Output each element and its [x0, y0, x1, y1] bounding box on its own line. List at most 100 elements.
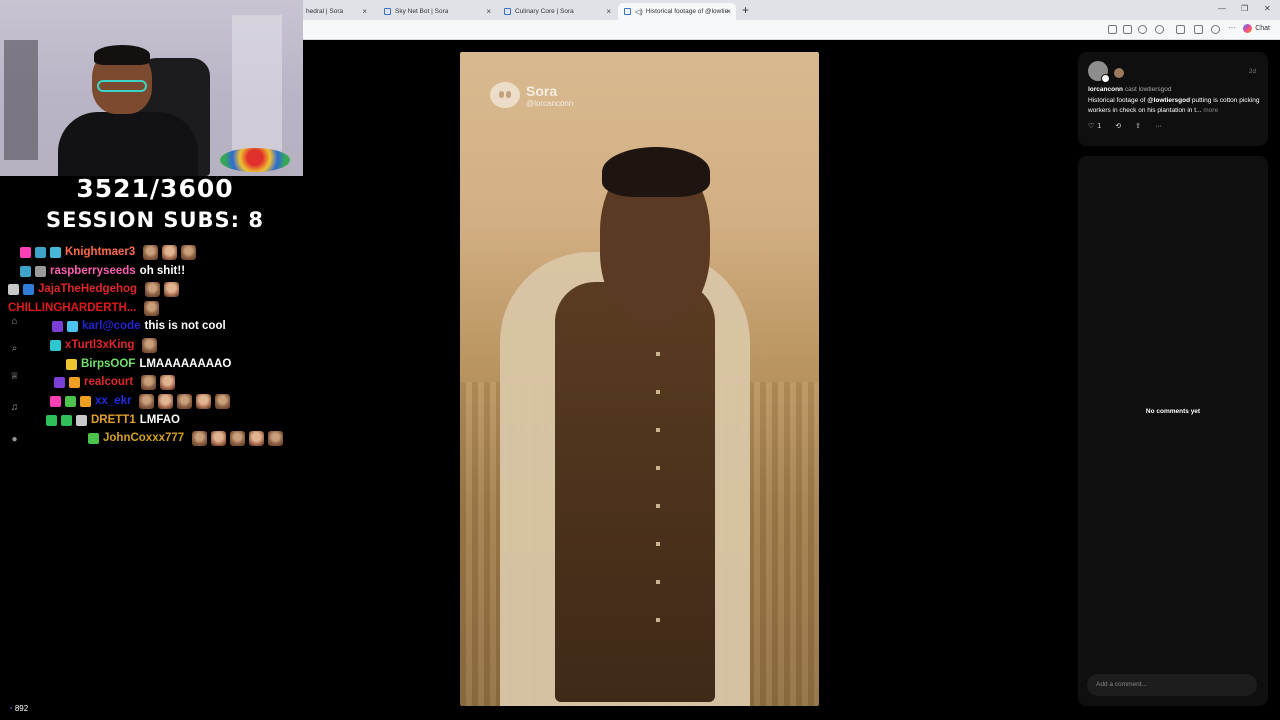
read-aloud-icon[interactable]: [1123, 25, 1132, 34]
chat-username[interactable]: raspberryseeds: [50, 265, 136, 277]
author-avatar[interactable]: [1088, 61, 1110, 83]
chat-emote-icon: [177, 393, 193, 409]
chat-emote-icon: [230, 430, 246, 446]
chat-badge-icon: [66, 358, 77, 370]
chat-emote-icon: [268, 430, 284, 446]
chat-badge-icon: [52, 320, 63, 332]
chat-username[interactable]: xx_ekr: [95, 395, 131, 407]
chat-emote-icon: [215, 393, 231, 409]
chat-username[interactable]: DRETT1: [91, 414, 136, 426]
chat-emote-icon: [144, 300, 160, 316]
chat-emote-icon: [145, 281, 161, 297]
ellipsis-icon: ···: [1154, 122, 1162, 130]
video-player[interactable]: Sora @lorcanconn: [460, 52, 819, 706]
more-link[interactable]: more: [1203, 107, 1218, 114]
close-tab-icon[interactable]: ×: [486, 7, 491, 16]
favorite-star-icon[interactable]: [1138, 25, 1147, 34]
no-comments-label: No comments yet: [1145, 408, 1201, 415]
refresh-icon[interactable]: [1155, 25, 1164, 34]
chat-message: BirpsOOF LMAAAAAAAAO: [66, 355, 231, 373]
chat-emote-icon: [196, 393, 212, 409]
chat-emote-icon: [181, 244, 197, 260]
tab-cathedral[interactable]: hedral | Sora ×: [300, 3, 372, 20]
sora-watermark: Sora @lorcanconn: [490, 82, 573, 108]
chat-emote-icon: [192, 430, 208, 446]
chat-text: this is not cool: [144, 320, 226, 332]
chat-username[interactable]: BirpsOOF: [81, 358, 135, 370]
share-button[interactable]: ⇧: [1135, 122, 1141, 130]
chat-username[interactable]: CHILLINGHARDERTH...: [8, 302, 136, 314]
notification-bell-icon[interactable]: ♫: [9, 402, 20, 413]
search-icon[interactable]: ⌕: [9, 343, 20, 354]
trophy-icon[interactable]: ♕: [9, 371, 20, 382]
chat-message: CHILLINGHARDERTH...: [8, 299, 160, 317]
profile-icon[interactable]: [1211, 25, 1220, 34]
post-details-card: 2d lorcanconn cast lowtiersgod Historica…: [1078, 52, 1268, 146]
copilot-chat-button[interactable]: Chat: [1243, 24, 1270, 33]
close-tab-icon[interactable]: ×: [362, 7, 367, 16]
home-icon[interactable]: ⌂: [9, 316, 20, 327]
chat-badge-icon: [69, 376, 80, 388]
chat-username[interactable]: JajaTheHedgehog: [38, 283, 137, 295]
remix-button[interactable]: ⟲: [1115, 122, 1121, 130]
comment-input[interactable]: Add a comment...: [1087, 674, 1257, 696]
cast-avatar[interactable]: [1114, 68, 1124, 78]
post-author[interactable]: lorcanconn: [1088, 86, 1123, 93]
streamer-webcam: [0, 0, 303, 176]
chat-message: raspberryseeds oh shit!!: [20, 262, 185, 280]
close-tab-icon[interactable]: ×: [726, 7, 731, 16]
chat-badge-icon: [88, 432, 99, 444]
post-caption: Historical footage of @lowtiersgod putti…: [1088, 97, 1260, 114]
chat-badge-icon: [50, 339, 61, 351]
extensions-icon[interactable]: [1176, 25, 1185, 34]
mention-link[interactable]: @lowtiersgod: [1147, 97, 1190, 104]
chat-badge-icon: [76, 414, 87, 426]
chat-badge-icon: [20, 246, 31, 258]
tab-sky-net-bot[interactable]: Sky Net Bot | Sora ×: [378, 3, 496, 20]
chat-message: JajaTheHedgehog: [8, 280, 180, 298]
minimize-icon[interactable]: —: [1218, 4, 1226, 13]
watermark-brand: Sora: [526, 82, 558, 99]
heart-icon: ♡: [1088, 123, 1095, 130]
sora-favicon-icon: [624, 8, 631, 15]
chat-badge-icon: [65, 395, 76, 407]
tab-historical-footage[interactable]: ◁) Historical footage of @lowtie ×: [618, 3, 736, 20]
chat-username[interactable]: JohnCoxxx777: [103, 432, 184, 444]
chat-emote-icon: [211, 430, 227, 446]
sora-logo-icon: [490, 82, 520, 108]
copilot-icon: [1243, 24, 1253, 33]
chat-emote-icon: [141, 374, 157, 390]
chat-username[interactable]: karl@code: [82, 320, 141, 332]
apps-icon[interactable]: [1108, 25, 1117, 34]
profile-icon[interactable]: ●: [9, 434, 20, 445]
close-tab-icon[interactable]: ×: [606, 7, 611, 16]
favorites-icon[interactable]: [1194, 25, 1203, 34]
sora-favicon-icon: [504, 8, 511, 15]
viewer-icon: ◔: [8, 704, 13, 713]
chat-username[interactable]: Knightmaer3: [65, 246, 135, 258]
like-button[interactable]: ♡ 1: [1088, 122, 1102, 131]
chat-username[interactable]: xTurtl3xKing: [65, 339, 134, 351]
chat-text: LMFAO: [139, 414, 180, 426]
chat-badge-icon: [35, 265, 46, 277]
new-tab-icon[interactable]: +: [742, 3, 749, 17]
tab-culinary-core[interactable]: Culinary Core | Sora ×: [498, 3, 616, 20]
chat-text: LMAAAAAAAAO: [139, 358, 232, 370]
chat-text: oh shit!!: [139, 265, 186, 277]
watermark-handle: @lorcanconn: [526, 98, 574, 108]
chat-message: DRETT1 LMFAO: [46, 411, 180, 429]
more-menu-icon[interactable]: ···: [1228, 24, 1237, 34]
tab-title: Sky Net Bot | Sora: [395, 8, 449, 15]
speaker-icon[interactable]: ◁): [635, 8, 643, 16]
chat-badge-icon: [54, 376, 65, 388]
session-subs: SESSION SUBS: 8: [46, 208, 264, 232]
chat-username[interactable]: realcourt: [84, 376, 133, 388]
share-icon: ⇧: [1135, 123, 1141, 130]
chat-emote-icon: [139, 393, 155, 409]
restore-icon[interactable]: ❐: [1241, 4, 1248, 13]
cast-text[interactable]: cast lowtiersgod: [1125, 86, 1172, 93]
more-options-button[interactable]: ···: [1155, 123, 1162, 130]
like-count: 1: [1097, 122, 1102, 130]
chat-badge-icon: [23, 283, 34, 295]
close-window-icon[interactable]: ✕: [1264, 4, 1271, 13]
